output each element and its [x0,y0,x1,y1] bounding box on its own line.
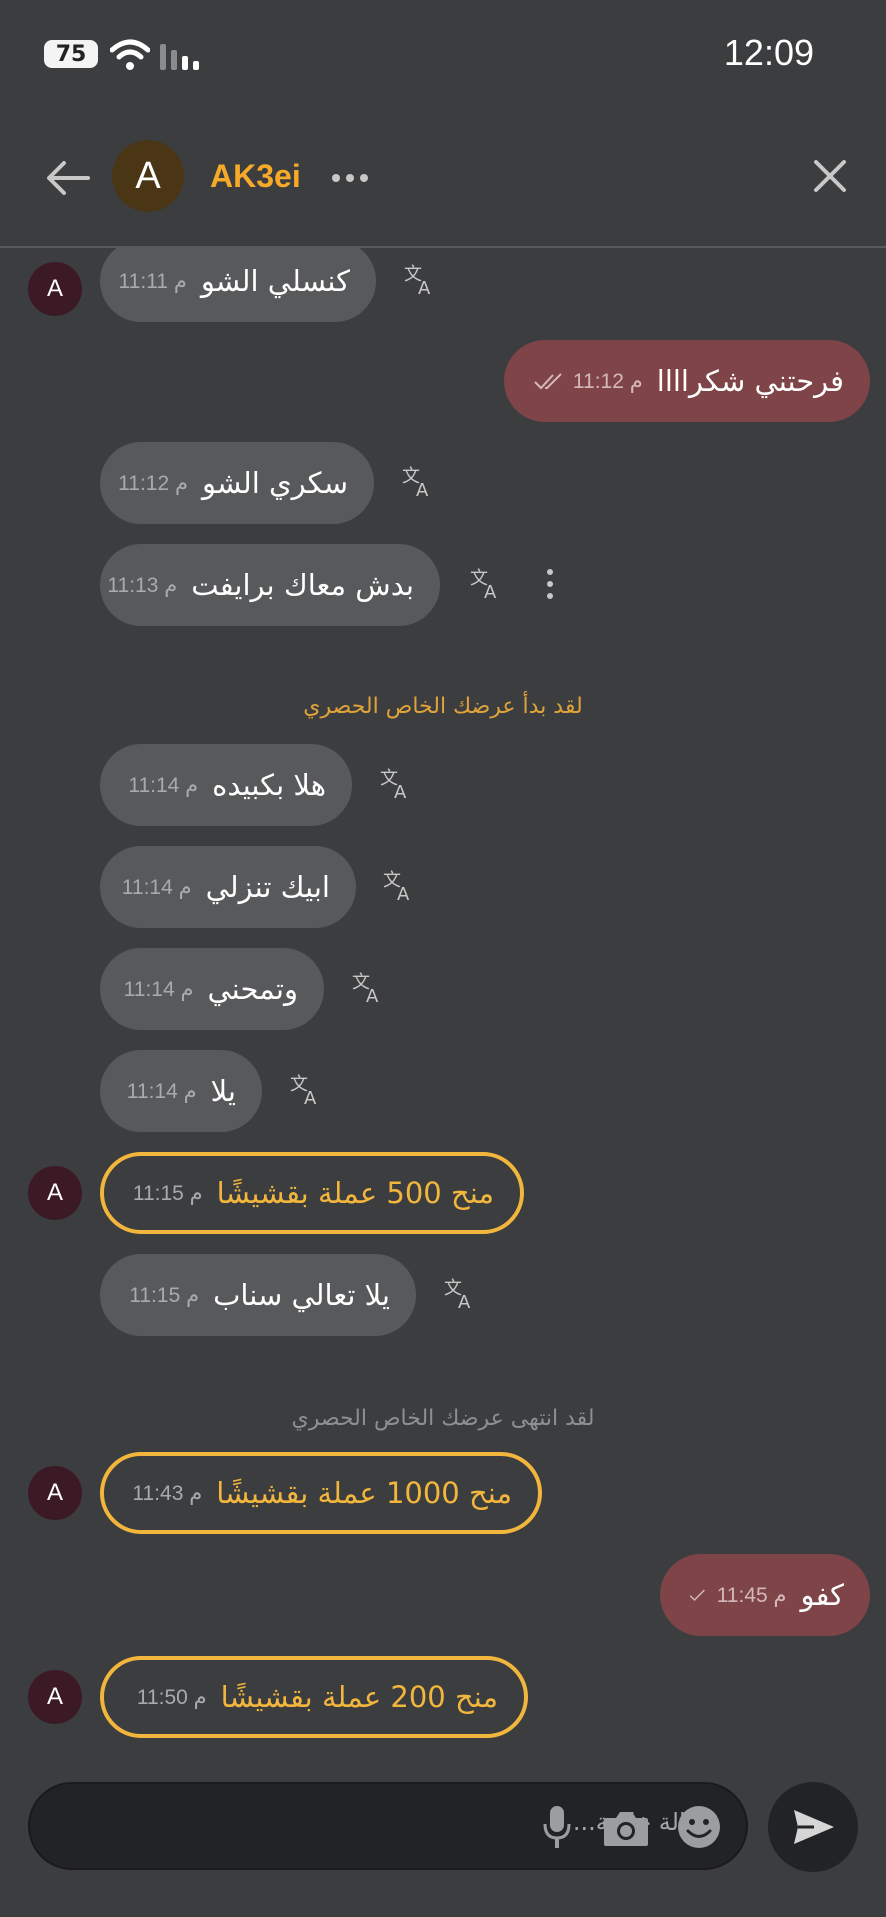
message-row: يلا تعالي سناب م 11:15 文A [0,1254,886,1336]
message-text: سكري الشو [202,466,348,500]
microphone-icon[interactable] [542,1804,572,1850]
message-row: A منح 200 عملة بقشيشًا م 11:50 [0,1656,886,1738]
back-arrow-icon[interactable] [44,158,90,198]
incoming-message[interactable]: كنسلي الشو م 11:11 [100,248,376,322]
message-time: م 11:15 [132,1181,203,1205]
translate-icon[interactable]: 文A [290,1072,324,1106]
translate-icon[interactable]: 文A [404,262,438,296]
svg-text:A: A [458,1292,471,1310]
kebab-menu-icon[interactable] [545,568,555,600]
contact-avatar[interactable]: A [112,140,184,212]
message-text: ابيك تنزلي [205,870,330,904]
svg-text:A: A [418,278,431,296]
incoming-message[interactable]: هلا بكبيده م 11:14 [100,744,352,826]
translate-icon[interactable]: 文A [402,464,436,498]
message-time: م 11:12 [572,369,643,393]
send-icon [794,1810,834,1844]
chat-header: A AK3ei [0,110,886,248]
svg-text:A: A [484,582,497,600]
status-bar: 75 12:09 [0,0,886,110]
message-row: A منح 500 عملة بقشيشًا م 11:15 [0,1152,886,1234]
camera-icon[interactable] [602,1808,650,1848]
message-composer[interactable]: رسالة خاصة... [28,1782,748,1870]
sender-avatar[interactable]: A [28,1670,82,1724]
message-row: A كنسلي الشو م 11:11 文A [0,248,886,322]
wifi-icon [110,39,150,70]
message-time: م 11:43 [132,1481,203,1505]
send-button[interactable] [768,1782,858,1872]
message-time: م 11:50 [136,1685,207,1709]
message-text: هلا بكبيده [212,768,326,802]
message-list[interactable]: A كنسلي الشو م 11:11 文A فرحتني شكراااا م… [0,248,886,1778]
tip-message[interactable]: منح 500 عملة بقشيشًا م 11:15 [100,1152,524,1234]
message-text: كنسلي الشو [200,264,350,298]
message-text: منح 200 عملة بقشيشًا [220,1680,498,1714]
sender-avatar[interactable]: A [28,1166,82,1220]
message-time: م 11:45 [716,1583,787,1607]
message-row: يلا م 11:14 文A [0,1050,886,1132]
translate-icon[interactable]: 文A [470,566,504,600]
tip-message[interactable]: منح 1000 عملة بقشيشًا م 11:43 [100,1452,542,1534]
incoming-message[interactable]: وتمحني م 11:14 [100,948,324,1030]
message-time: م 11:14 [128,773,199,797]
message-time: م 11:12 [118,471,189,495]
message-time: م 11:11 [118,269,187,293]
incoming-message[interactable]: سكري الشو م 11:12 [100,442,374,524]
message-text: بدش معاك برايفت [191,568,414,602]
message-time: م 11:15 [129,1283,200,1307]
message-text: يلا تعالي سناب [213,1278,390,1312]
svg-text:A: A [366,986,379,1004]
message-text: وتمحني [207,972,298,1006]
svg-text:A: A [394,782,407,800]
cell-signal-icon [160,44,199,70]
incoming-message[interactable]: بدش معاك برايفت م 11:13 [100,544,440,626]
message-text: منح 1000 عملة بقشيشًا [216,1476,512,1510]
sender-avatar[interactable]: A [28,1466,82,1520]
message-text: يلا [210,1074,236,1108]
incoming-message[interactable]: يلا تعالي سناب م 11:15 [100,1254,416,1336]
sent-check-icon [689,1589,705,1601]
more-icon[interactable] [330,172,370,184]
message-row: بدش معاك برايفت م 11:13 文A [0,544,886,626]
message-time: م 11:14 [126,1079,197,1103]
svg-text:A: A [397,884,410,902]
outgoing-message[interactable]: كفو م 11:45 [660,1554,870,1636]
outgoing-message[interactable]: فرحتني شكراااا م 11:12 [504,340,870,422]
battery-indicator: 75 [44,40,98,68]
tip-message[interactable]: منح 200 عملة بقشيشًا م 11:50 [100,1656,528,1738]
sender-avatar[interactable]: A [28,262,82,316]
translate-icon[interactable]: 文A [383,868,417,902]
system-message-private-started: لقد بدأ عرضك الخاص الحصري [303,694,583,719]
clock: 12:09 [723,32,814,73]
emoji-icon[interactable] [676,1804,722,1850]
svg-text:A: A [304,1088,317,1106]
translate-icon[interactable]: 文A [352,970,386,1004]
message-text: منح 500 عملة بقشيشًا [216,1176,494,1210]
message-time: م 11:14 [121,875,192,899]
translate-icon[interactable]: 文A [444,1276,478,1310]
message-text: كفو [800,1578,844,1612]
svg-text:A: A [416,480,429,498]
contact-name[interactable]: AK3ei [210,158,301,195]
message-time: م 11:13 [107,573,178,597]
incoming-message[interactable]: ابيك تنزلي م 11:14 [100,846,356,928]
message-time: م 11:14 [123,977,194,1001]
message-row: وتمحني م 11:14 文A [0,948,886,1030]
read-check-icon [534,373,562,390]
message-row: كفو م 11:45 [0,1554,886,1636]
close-icon[interactable] [810,156,850,196]
message-row: A منح 1000 عملة بقشيشًا م 11:43 [0,1452,886,1534]
message-row: سكري الشو م 11:12 文A [0,442,886,524]
message-text: فرحتني شكراااا [656,364,844,398]
message-row: ابيك تنزلي م 11:14 文A [0,846,886,928]
translate-icon[interactable]: 文A [380,766,414,800]
system-message-private-ended: لقد انتهى عرضك الخاص الحصري [291,1406,595,1431]
message-row: هلا بكبيده م 11:14 文A [0,744,886,826]
incoming-message[interactable]: يلا م 11:14 [100,1050,262,1132]
message-row: فرحتني شكراااا م 11:12 [0,340,886,422]
